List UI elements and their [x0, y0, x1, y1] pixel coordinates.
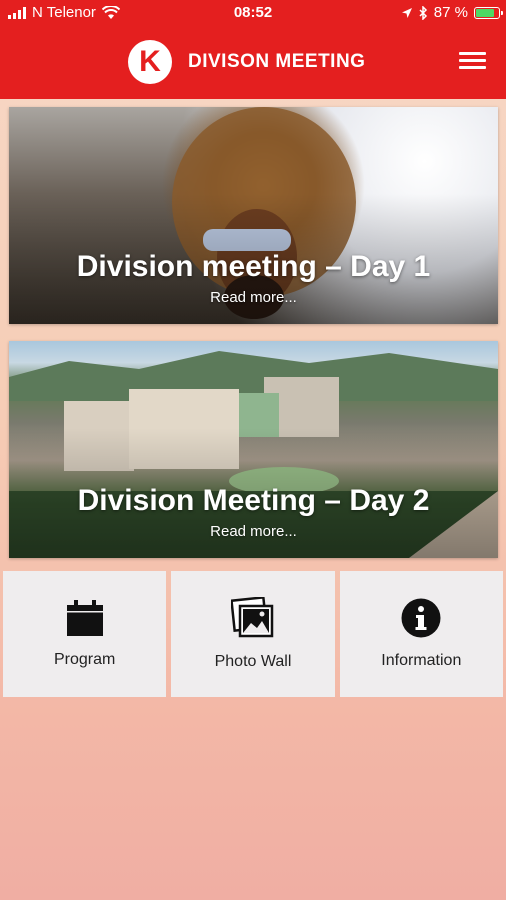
- program-label: Program: [53, 651, 116, 668]
- battery-icon: [474, 6, 503, 19]
- day2-read-more[interactable]: Read more...: [9, 523, 498, 540]
- info-icon: [401, 598, 441, 638]
- information-label: Information: [381, 652, 462, 669]
- information-tile[interactable]: Information: [339, 571, 503, 697]
- brand: K DIVISON MEETING: [128, 40, 365, 84]
- app-header: N Telenor 08:52 87 % K DIVISON MEETING: [0, 0, 506, 99]
- photo-stack-icon: [230, 597, 274, 638]
- battery-percent: 87 %: [433, 4, 468, 21]
- status-bar: N Telenor 08:52 87 %: [0, 0, 506, 26]
- day2-title: Division Meeting – Day 2: [77, 484, 430, 517]
- hamburger-menu-icon[interactable]: [459, 52, 486, 70]
- day1-card[interactable]: Division meeting – Day 1 Read more...: [9, 107, 498, 324]
- photo-wall-label: Photo Wall: [214, 653, 292, 670]
- location-arrow-icon: [401, 7, 412, 18]
- status-indicators: 87 %: [401, 4, 503, 21]
- day1-read-more[interactable]: Read more...: [9, 289, 498, 306]
- day2-card[interactable]: Division Meeting – Day 2 Read more...: [9, 341, 498, 558]
- day1-title: Division meeting – Day 1: [76, 250, 431, 283]
- calendar-icon: [66, 600, 103, 636]
- quick-links: Program Photo Wall Information: [3, 571, 503, 697]
- app-title: DIVISON MEETING: [188, 51, 366, 72]
- bluetooth-icon: [419, 5, 427, 20]
- photo-wall-tile[interactable]: Photo Wall: [171, 571, 335, 697]
- brand-logo: K: [128, 40, 172, 84]
- program-tile[interactable]: Program: [3, 571, 167, 697]
